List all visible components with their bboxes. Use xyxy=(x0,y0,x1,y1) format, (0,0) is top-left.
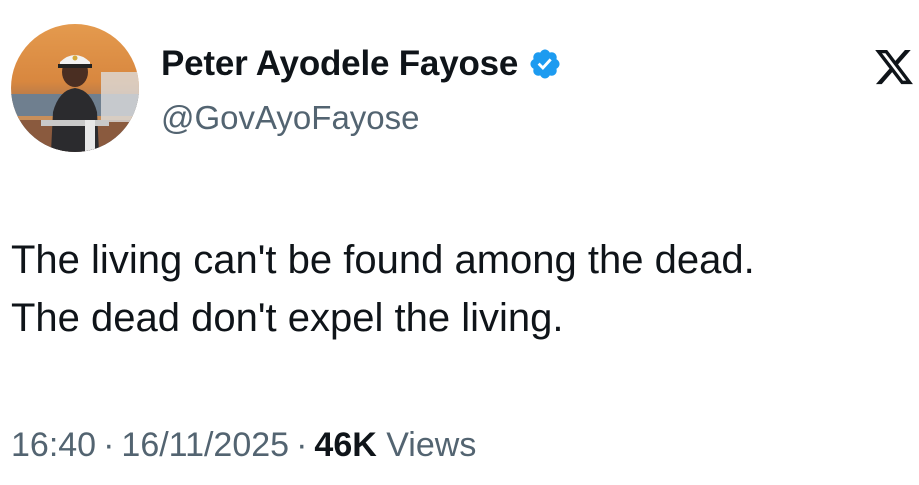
views-label: Views xyxy=(386,426,477,464)
tweet-line: The dead don't expel the living. xyxy=(11,296,564,340)
author-display-name[interactable]: Peter Ayodele Fayose xyxy=(161,44,518,84)
tweet-meta: 16:40 · 16/11/2025 · 46K Views xyxy=(11,425,476,465)
verified-badge-icon xyxy=(530,49,560,79)
avatar[interactable] xyxy=(11,24,139,152)
x-logo-icon[interactable] xyxy=(873,46,915,88)
author-name-row: Peter Ayodele Fayose xyxy=(161,44,562,84)
tweet-date[interactable]: 16/11/2025 xyxy=(121,426,289,464)
tweet-text: The living can't be found among the dead… xyxy=(11,231,916,347)
author-handle[interactable]: @GovAyoFayose xyxy=(161,98,420,138)
meta-separator: · xyxy=(296,426,308,464)
tweet-time[interactable]: 16:40 xyxy=(11,426,96,464)
tweet-line: The living can't be found among the dead… xyxy=(11,238,755,282)
views-count: 46K xyxy=(314,426,377,464)
meta-separator: · xyxy=(103,426,115,464)
